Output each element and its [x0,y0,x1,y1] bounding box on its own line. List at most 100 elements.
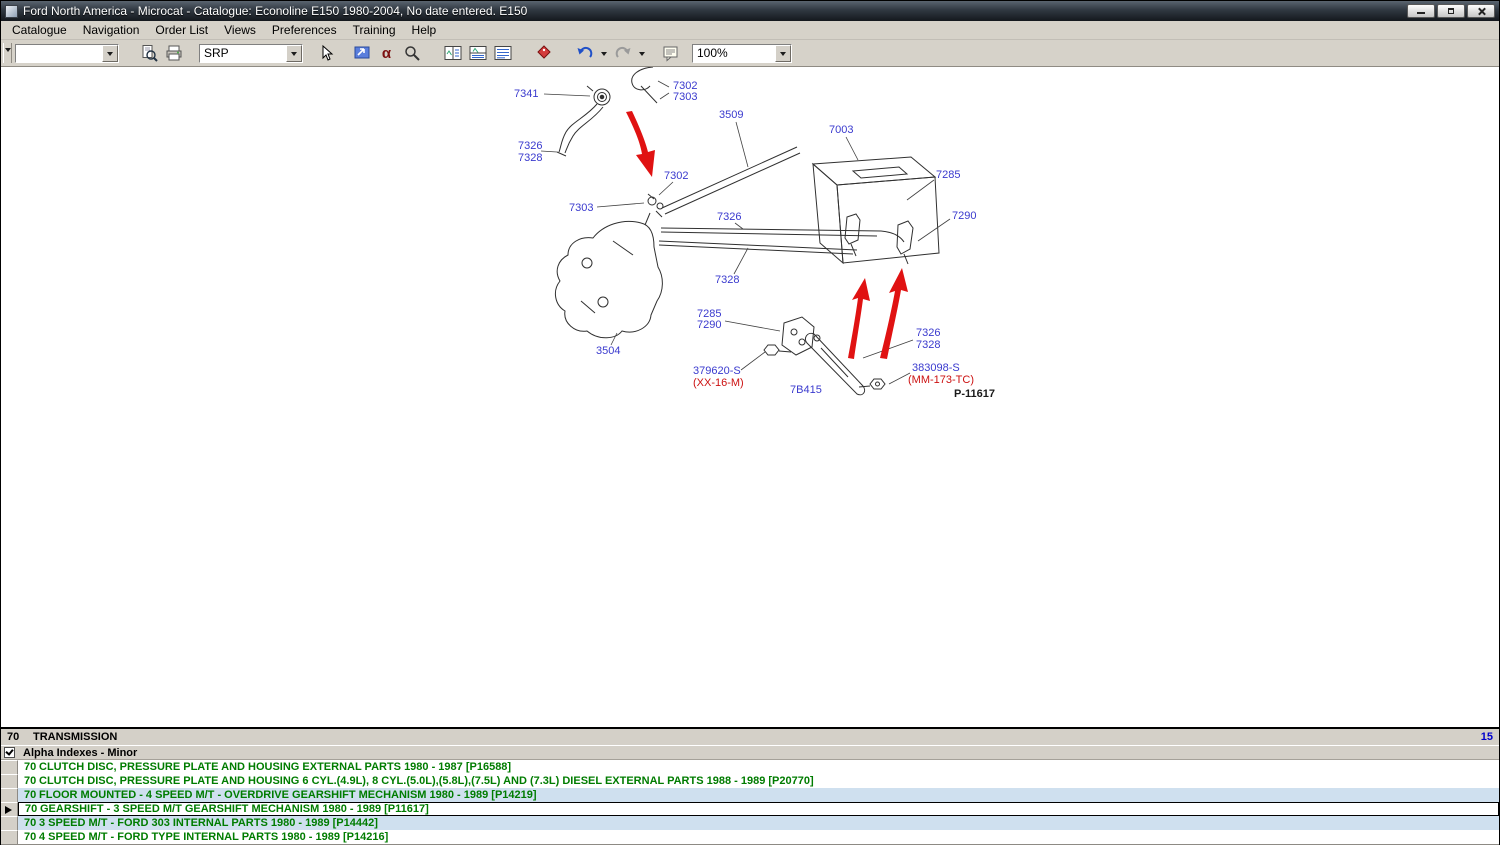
index-row[interactable]: 70CLUTCH DISC, PRESSURE PLATE AND HOUSIN… [1,774,1499,788]
redo-button[interactable] [611,42,634,65]
part-label-P-11617[interactable]: P-11617 [954,388,995,400]
view-split-horizontal-icon [469,44,487,62]
undo-button[interactable] [573,42,596,65]
chevron-down-icon [291,52,297,59]
index-row[interactable]: 70FLOOR MOUNTED - 4 SPEED M/T - OVERDRIV… [1,788,1499,802]
price-tag-icon [535,44,553,62]
part-label-7B415[interactable]: 7B415 [790,384,822,396]
chevron-down-icon [5,48,11,55]
part-label-7290[interactable]: 7290 [952,210,976,222]
part-label-7328[interactable]: 7328 [518,152,542,164]
menu-item-views[interactable]: Views [216,21,264,39]
index-rows: 70CLUTCH DISC, PRESSURE PLATE AND HOUSIN… [1,760,1499,844]
goto-graphic-button[interactable] [350,42,373,65]
alpha-index-checkbox[interactable] [4,747,15,758]
goto-graphic-icon [353,44,371,62]
search-button[interactable] [400,42,423,65]
menu-item-training[interactable]: Training [345,21,404,39]
row-gutter [1,760,18,774]
combo-arrow-button[interactable] [775,45,791,62]
close-button[interactable] [1467,4,1495,18]
combo-arrow-button[interactable] [286,45,302,62]
row-label: CLUTCH DISC, PRESSURE PLATE AND HOUSING … [39,761,511,773]
menu-item-catalogue[interactable]: Catalogue [4,21,75,39]
part-label-7326[interactable]: 7326 [717,211,741,223]
window-title: Ford North America - Microcat - Catalogu… [23,4,1402,18]
history-combo[interactable] [15,44,119,63]
row-section-code: 70 [18,817,39,829]
part-label-7290[interactable]: 7290 [697,319,721,331]
annotation-button[interactable] [659,42,682,65]
menu-item-navigation[interactable]: Navigation [75,21,148,39]
row-section-code: 70 [18,761,39,773]
part-label-7303[interactable]: 7303 [569,202,593,214]
row-gutter [1,816,18,830]
redo-dropdown-button[interactable] [636,42,647,65]
toolbar-grip[interactable] [3,43,12,63]
select-pointer-button[interactable] [315,42,338,65]
parts-diagram[interactable]: 7341730273033509700373267328730272857303… [1,67,1500,727]
selected-row-arrow-icon [5,806,12,814]
part-label-3509[interactable]: 3509 [719,109,743,121]
part-label-(XX-16-M)[interactable]: (XX-16-M) [693,377,744,389]
price-level-combo[interactable]: SRP [199,44,303,63]
view-index-only-icon [494,44,512,62]
index-row[interactable]: 70GEARSHIFT - 3 SPEED M/T GEARSHIFT MECH… [1,802,1499,816]
part-label-383098-S[interactable]: 383098-S [912,362,960,374]
price-level-value: SRP [200,46,286,60]
minimize-icon [1417,12,1425,14]
part-label-379620-S[interactable]: 379620-S [693,365,741,377]
part-label-7003[interactable]: 7003 [829,124,853,136]
view-split-horizontal-button[interactable] [466,42,489,65]
row-section-code: 70 [18,831,39,843]
part-label-7341[interactable]: 7341 [514,88,538,100]
combo-arrow-button[interactable] [102,45,118,62]
index-row[interactable]: 703 SPEED M/T - FORD 303 INTERNAL PARTS … [1,816,1499,830]
print-preview-button[interactable] [137,42,160,65]
app-icon [5,5,18,18]
alpha-index-filter-row[interactable]: Alpha Indexes - Minor [1,745,1499,760]
part-label-7328[interactable]: 7328 [715,274,739,286]
maximize-button[interactable] [1437,4,1465,18]
alpha-index-filter-label: Alpha Indexes - Minor [23,747,137,759]
row-content[interactable]: 70CLUTCH DISC, PRESSURE PLATE AND HOUSIN… [18,774,1499,788]
view-split-vertical-button[interactable] [441,42,464,65]
menu-item-help[interactable]: Help [404,21,445,39]
part-label-(MM-173-TC)[interactable]: (MM-173-TC) [908,374,974,386]
minimize-button[interactable] [1407,4,1435,18]
part-labels: 7341730273033509700373267328730272857303… [514,80,995,400]
part-label-7326[interactable]: 7326 [916,327,940,339]
undo-dropdown-button[interactable] [598,42,609,65]
part-label-7328[interactable]: 7328 [916,339,940,351]
print-preview-icon [140,44,158,62]
zoom-combo[interactable]: 100% [692,44,792,63]
index-row[interactable]: 704 SPEED M/T - FORD TYPE INTERNAL PARTS… [1,830,1499,844]
menu-item-order-list[interactable]: Order List [147,21,216,39]
view-index-only-button[interactable] [491,42,514,65]
part-label-7303[interactable]: 7303 [673,91,697,103]
part-label-3504[interactable]: 3504 [596,345,620,357]
price-tag-button[interactable] [532,42,555,65]
part-label-7285[interactable]: 7285 [936,169,960,181]
part-label-7302[interactable]: 7302 [664,170,688,182]
row-label: CLUTCH DISC, PRESSURE PLATE AND HOUSING … [39,775,814,787]
menu-item-preferences[interactable]: Preferences [264,21,345,39]
row-label: FLOOR MOUNTED - 4 SPEED M/T - OVERDRIVE … [39,789,537,801]
section-code: 70 [7,731,33,743]
alpha-index-button[interactable]: α [375,42,398,65]
row-label: GEARSHIFT - 3 SPEED M/T GEARSHIFT MECHAN… [40,803,429,815]
row-content[interactable]: 70FLOOR MOUNTED - 4 SPEED M/T - OVERDRIV… [18,788,1499,802]
row-section-code: 70 [19,803,40,815]
row-content[interactable]: 70GEARSHIFT - 3 SPEED M/T GEARSHIFT MECH… [18,802,1499,816]
row-content[interactable]: 703 SPEED M/T - FORD 303 INTERNAL PARTS … [18,816,1499,830]
red-highlight-arrows [626,111,908,359]
zoom-value: 100% [693,46,775,60]
annotation-icon [662,44,680,62]
diagram-pane: 7341730273033509700373267328730272857303… [1,67,1499,727]
part-label-7326[interactable]: 7326 [518,140,542,152]
index-row[interactable]: 70CLUTCH DISC, PRESSURE PLATE AND HOUSIN… [1,760,1499,774]
row-content[interactable]: 704 SPEED M/T - FORD TYPE INTERNAL PARTS… [18,830,1499,844]
chevron-down-icon [601,52,607,59]
print-button[interactable] [162,42,185,65]
row-content[interactable]: 70CLUTCH DISC, PRESSURE PLATE AND HOUSIN… [18,760,1499,774]
